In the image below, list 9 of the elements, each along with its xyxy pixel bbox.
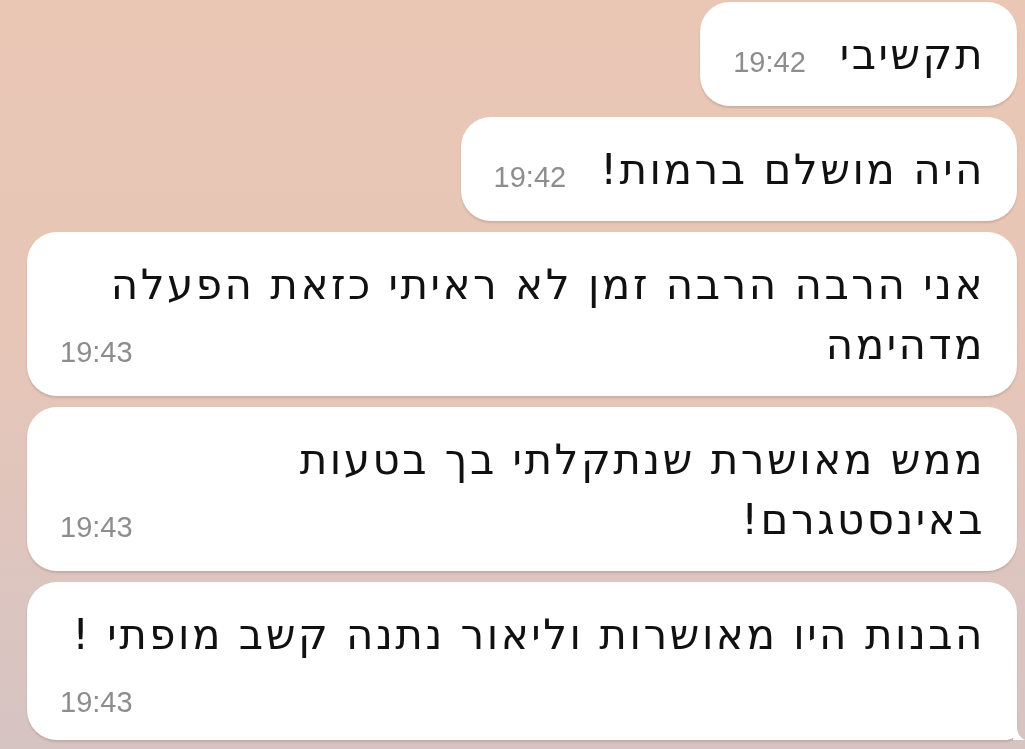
message-text: ממש מאושרת שנתקלתי בך בטעות באינסטגרם! xyxy=(299,435,985,544)
message-text: הבנות היו מאושרות וליאור נתנה קשב מופתי ! xyxy=(72,610,985,659)
message-time: 19:42 xyxy=(733,45,806,79)
message-text: היה מושלם ברמות! xyxy=(600,145,985,194)
message-time: 19:43 xyxy=(60,510,133,544)
message-time: 19:42 xyxy=(493,160,567,194)
message-time: 19:43 xyxy=(60,685,133,719)
message-time: 19:43 xyxy=(60,335,133,369)
message-text: תקשיבי xyxy=(839,30,985,79)
